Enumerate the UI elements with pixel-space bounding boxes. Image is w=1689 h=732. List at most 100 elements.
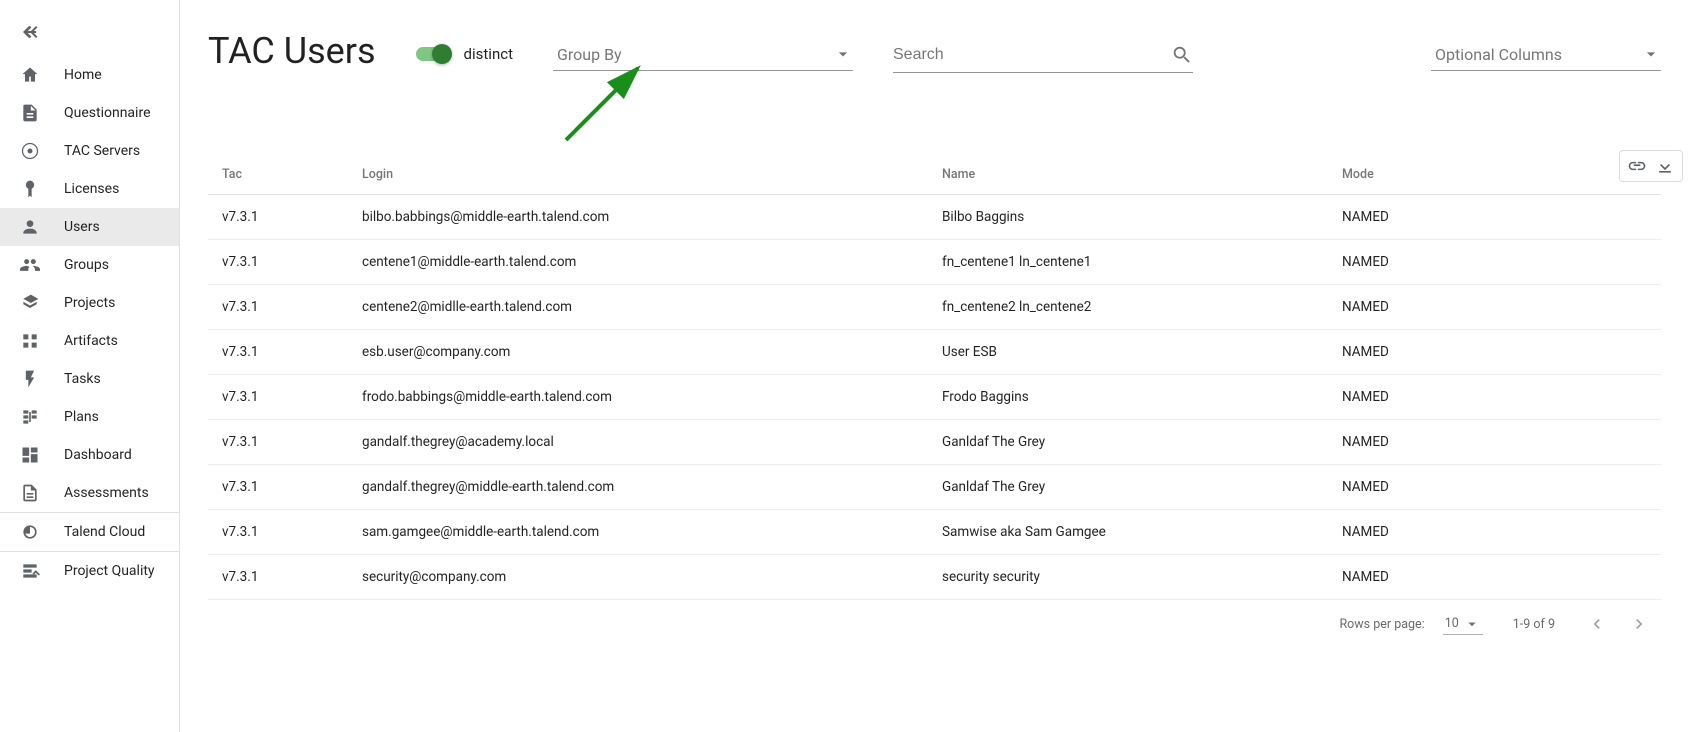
cell-tac: v7.3.1 [222,524,362,540]
cell-tac: v7.3.1 [222,209,362,225]
optional-columns-select[interactable]: Optional Columns [1431,38,1661,71]
sidebar-item-label: Assessments [64,485,149,501]
next-page-button[interactable] [1627,612,1651,636]
cloud-icon [18,520,42,544]
col-header-tac[interactable]: Tac [222,167,362,182]
cell-mode: NAMED [1342,344,1542,360]
sidebar-item-licenses[interactable]: Licenses [0,170,179,208]
sidebar-item-label: Artifacts [64,333,118,349]
table-row[interactable]: v7.3.1centene1@middle-earth.talend.comfn… [208,240,1661,285]
sidebar: Home Questionnaire TAC Servers Licenses User… [0,0,180,732]
cell-name: fn_centene1 ln_centene1 [942,254,1342,270]
sidebar-item-dashboard[interactable]: Dashboard [0,436,179,474]
groups-icon [18,253,42,277]
sidebar-item-talend-cloud[interactable]: Talend Cloud [0,513,179,551]
cell-name: User ESB [942,344,1342,360]
cell-name: Bilbo Baggins [942,209,1342,225]
cell-login: gandalf.thegrey@academy.local [362,434,942,450]
sidebar-item-home[interactable]: Home [0,56,179,94]
sidebar-item-projects[interactable]: Projects [0,284,179,322]
sidebar-item-label: Talend Cloud [64,524,145,540]
cell-mode: NAMED [1342,389,1542,405]
cell-name: Frodo Baggins [942,389,1342,405]
sidebar-item-label: Licenses [64,181,119,197]
quality-icon [18,559,42,583]
home-icon [18,63,42,87]
cell-login: frodo.babbings@middle-earth.talend.com [362,389,942,405]
sidebar-item-label: Questionnaire [64,105,151,121]
download-button[interactable] [1654,155,1676,177]
group-by-placeholder: Group By [557,45,622,64]
distinct-toggle-label: distinct [464,45,513,63]
chevron-left-icon [1587,614,1607,634]
cell-mode: NAMED [1342,479,1542,495]
distinct-toggle[interactable] [416,44,452,64]
sidebar-item-label: Users [64,219,100,235]
prev-page-button[interactable] [1585,612,1609,636]
group-by-select[interactable]: Group By [553,38,853,71]
search-field[interactable] [893,38,1193,73]
table-row[interactable]: v7.3.1security@company.comsecurity secur… [208,555,1661,600]
table-row[interactable]: v7.3.1sam.gamgee@middle-earth.talend.com… [208,510,1661,555]
table-row[interactable]: v7.3.1esb.user@company.comUser ESBNAMED [208,330,1661,375]
sidebar-item-label: Project Quality [64,563,155,579]
rows-per-page-select[interactable]: 10 [1443,614,1483,635]
sidebar-item-users[interactable]: Users [0,208,179,246]
chevron-right-icon [1629,614,1649,634]
sidebar-item-assessments[interactable]: Assessments [0,474,179,512]
cell-login: centene2@midlle-earth.talend.com [362,299,942,315]
sidebar-collapse-button[interactable] [0,8,179,56]
cell-login: centene1@middle-earth.talend.com [362,254,942,270]
sidebar-item-label: Projects [64,295,115,311]
cell-tac: v7.3.1 [222,389,362,405]
cell-tac: v7.3.1 [222,254,362,270]
cell-name: fn_centene2 ln_centene2 [942,299,1342,315]
cell-tac: v7.3.1 [222,434,362,450]
optional-columns-placeholder: Optional Columns [1435,45,1562,64]
pagination: Rows per page: 10 1-9 of 9 [208,612,1661,636]
sidebar-item-tac-servers[interactable]: TAC Servers [0,132,179,170]
search-input[interactable] [893,46,1171,64]
assess-icon [18,481,42,505]
table-row[interactable]: v7.3.1frodo.babbings@middle-earth.talend… [208,375,1661,420]
cell-name: Samwise aka Sam Gamgee [942,524,1342,540]
sidebar-item-tasks[interactable]: Tasks [0,360,179,398]
sidebar-item-artifacts[interactable]: Artifacts [0,322,179,360]
questionnaire-icon [18,101,42,125]
sidebar-item-groups[interactable]: Groups [0,246,179,284]
cell-tac: v7.3.1 [222,569,362,585]
page-range: 1-9 of 9 [1513,617,1555,632]
user-icon [18,215,42,239]
cell-tac: v7.3.1 [222,479,362,495]
col-header-mode[interactable]: Mode [1342,167,1542,182]
table-row[interactable]: v7.3.1bilbo.babbings@middle-earth.talend… [208,195,1661,240]
sidebar-item-label: Home [64,67,102,83]
cell-mode: NAMED [1342,569,1542,585]
sidebar-item-project-quality[interactable]: Project Quality [0,552,179,590]
sidebar-item-plans[interactable]: Plans [0,398,179,436]
server-icon [18,139,42,163]
chevron-down-icon [833,44,853,64]
page-title: TAC Users [208,30,376,72]
link-button[interactable] [1626,155,1648,177]
table-row[interactable]: v7.3.1gandalf.thegrey@middle-earth.talen… [208,465,1661,510]
header-row: TAC Users distinct Group By Optional Col… [208,30,1661,73]
cell-login: bilbo.babbings@middle-earth.talend.com [362,209,942,225]
sidebar-item-label: Plans [64,409,99,425]
dashboard-icon [18,443,42,467]
cell-login: gandalf.thegrey@middle-earth.talend.com [362,479,942,495]
sidebar-item-questionnaire[interactable]: Questionnaire [0,94,179,132]
table-row[interactable]: v7.3.1centene2@midlle-earth.talend.comfn… [208,285,1661,330]
cell-mode: NAMED [1342,209,1542,225]
table-tools [1619,150,1683,182]
chevron-down-icon [1463,615,1481,633]
users-table: Tac Login Name Mode v7.3.1bilbo.babbings… [208,167,1661,600]
annotation-arrow [560,60,650,150]
plans-icon [18,405,42,429]
col-header-name[interactable]: Name [942,167,1342,182]
table-row[interactable]: v7.3.1gandalf.thegrey@academy.localGanld… [208,420,1661,465]
col-header-login[interactable]: Login [362,167,942,182]
cell-name: Ganldaf The Grey [942,479,1342,495]
main-content: TAC Users distinct Group By Optional Col… [180,0,1689,732]
license-icon [18,177,42,201]
